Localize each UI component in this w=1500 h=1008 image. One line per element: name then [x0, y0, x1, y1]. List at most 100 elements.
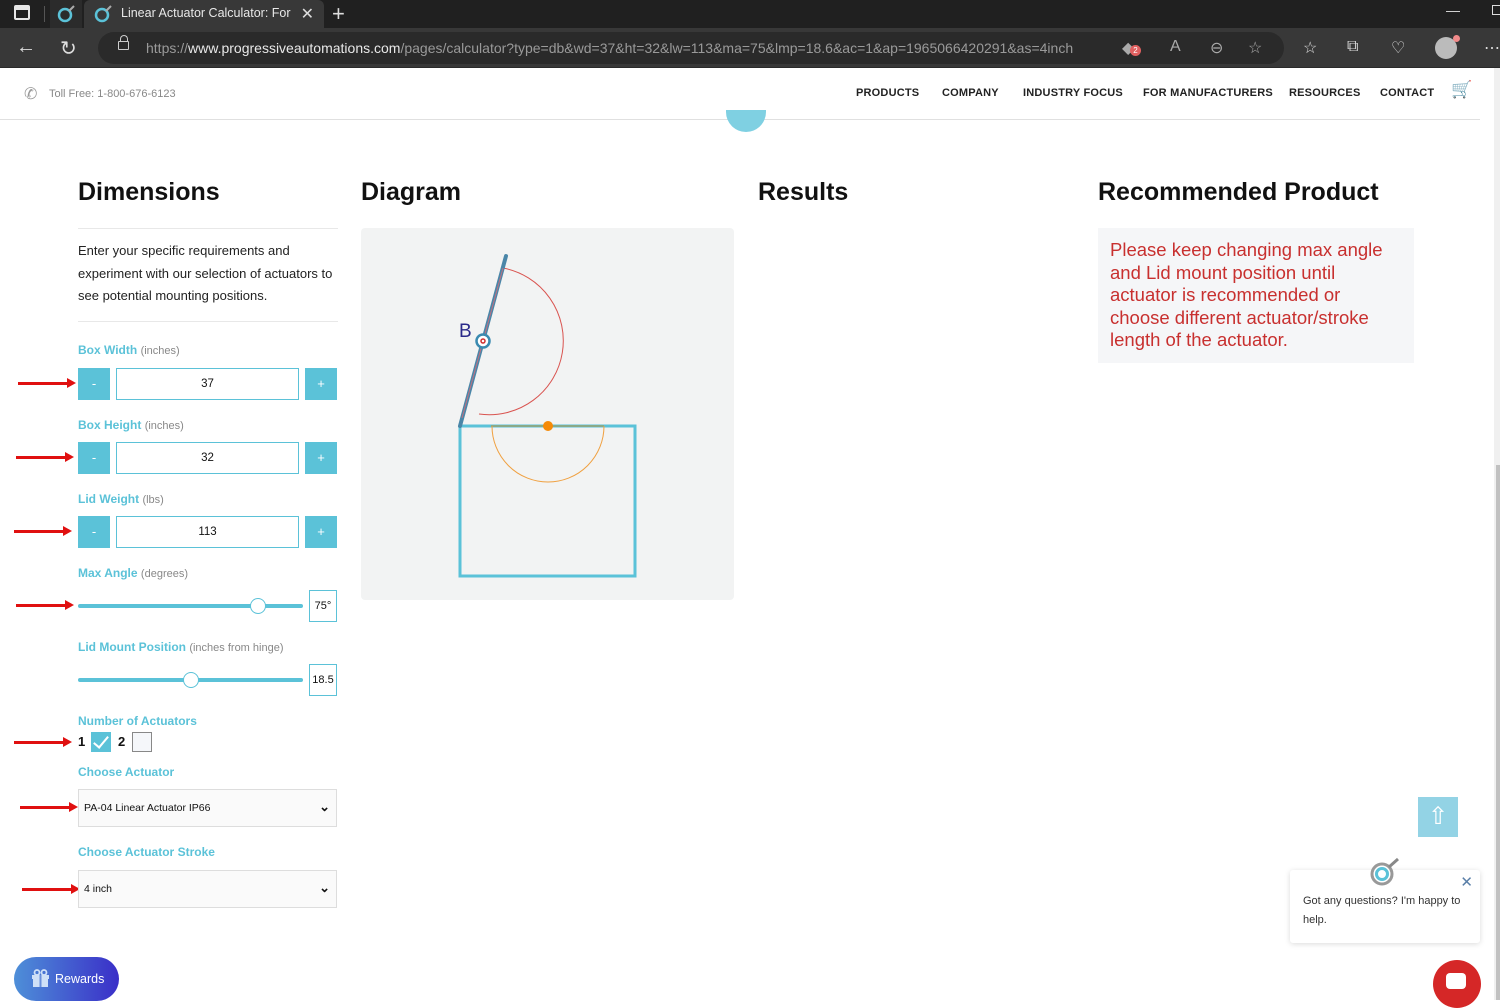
diagram-panel: B	[361, 228, 734, 600]
max-angle-slider-thumb[interactable]	[250, 598, 266, 614]
cart-icon[interactable]: 🛒	[1451, 80, 1472, 100]
annotation-arrow	[20, 802, 78, 812]
box-height-decrement[interactable]: -	[78, 442, 110, 474]
lid-diagram: B	[458, 254, 637, 578]
url-text[interactable]: https://www.progressiveautomations.com/p…	[146, 40, 1073, 56]
nav-products[interactable]: PRODUCTS	[856, 87, 919, 99]
profile-avatar[interactable]	[1435, 35, 1460, 59]
toll-free-number[interactable]: Toll Free: 1-800-676-6123	[49, 88, 176, 100]
extension-badge: 2	[1130, 45, 1141, 56]
reload-icon[interactable]: ↻	[60, 36, 77, 61]
active-tab[interactable]: Linear Actuator Calculator: Force Calcul…	[84, 0, 324, 28]
actuator-count-2-checkbox[interactable]	[132, 732, 152, 752]
decorative-shape	[726, 110, 766, 132]
max-angle-slider[interactable]	[78, 604, 303, 608]
divider	[78, 228, 338, 229]
browser-toolbar: ← ↻ https://www.progressiveautomations.c…	[0, 28, 1500, 68]
point-b-label: B	[459, 321, 472, 342]
actuator-select-value: PA-04 Linear Actuator IP66	[84, 802, 211, 814]
minimize-icon[interactable]: —	[1446, 2, 1460, 18]
lid-weight-increment[interactable]: +	[305, 516, 337, 548]
favorites-icon[interactable]: ☆	[1303, 38, 1317, 58]
recommended-heading: Recommended Product	[1098, 178, 1379, 206]
box-width-label: Box Width (inches)	[78, 343, 180, 357]
zoom-icon[interactable]: ⊖	[1210, 38, 1223, 58]
nav-resources[interactable]: RESOURCES	[1289, 87, 1360, 99]
new-tab-icon[interactable]: +	[332, 1, 345, 27]
mount-arc	[491, 425, 605, 483]
annotation-arrow	[18, 378, 76, 388]
lock-icon	[118, 35, 129, 50]
phone-icon: ✆	[24, 86, 38, 103]
diagram-heading: Diagram	[361, 178, 462, 206]
tab-separator	[44, 6, 45, 22]
site-logo-icon	[94, 5, 112, 23]
more-menu-icon[interactable]: ⋯	[1484, 38, 1500, 58]
nav-for-manufacturers[interactable]: FOR MANUFACTURERS	[1143, 87, 1273, 99]
mount-point	[543, 421, 553, 431]
chevron-down-icon: ⌄	[319, 799, 330, 814]
favorite-star-icon[interactable]: ☆	[1248, 38, 1262, 58]
choose-stroke-label: Choose Actuator Stroke	[78, 845, 215, 859]
gift-icon	[32, 969, 49, 987]
chat-launcher-button[interactable]	[1433, 960, 1481, 1008]
chevron-down-icon: ⌄	[319, 880, 330, 895]
box-height-label: Box Height (inches)	[78, 418, 184, 432]
box-height-increment[interactable]: +	[305, 442, 337, 474]
tab-close-icon[interactable]: ✕	[301, 4, 314, 24]
intro-text: Enter your specific requirements and exp…	[78, 243, 333, 303]
box-height-input[interactable]: 32	[116, 442, 299, 474]
annotation-arrow	[14, 526, 72, 536]
chat-close-icon[interactable]: ✕	[1460, 873, 1473, 891]
recommendation-message: Please keep changing max angle and Lid m…	[1110, 239, 1383, 350]
pinned-tab[interactable]	[50, 0, 82, 28]
chat-message: Got any questions? I'm happy to help.	[1303, 895, 1461, 926]
lid-mount-slider-thumb[interactable]	[182, 672, 199, 688]
lid-arc	[478, 267, 564, 416]
num-actuators-label: Number of Actuators	[78, 714, 197, 728]
actuator-count-1-label: 1	[78, 734, 86, 749]
scrollbar-thumb[interactable]	[1496, 465, 1500, 1000]
lid-mount-value: 18.5	[309, 664, 337, 696]
browser-health-icon[interactable]: ♡	[1391, 38, 1405, 58]
back-icon[interactable]: ←	[16, 36, 36, 59]
site-logo-icon	[57, 5, 75, 23]
chat-logo-icon	[1370, 857, 1399, 886]
browser-tab-bar: Linear Actuator Calculator: Force Calcul…	[0, 0, 1500, 28]
annotation-arrow	[22, 884, 80, 894]
annotation-arrow	[16, 600, 74, 610]
rewards-button[interactable]: Rewards	[14, 957, 119, 1001]
box-outline	[458, 424, 637, 578]
read-aloud-icon[interactable]: A	[1170, 38, 1181, 56]
results-heading: Results	[758, 178, 849, 206]
actuator-count-1-checkbox[interactable]	[91, 732, 111, 752]
max-angle-value: 75°	[309, 590, 337, 622]
lid-weight-label: Lid Weight (lbs)	[78, 492, 164, 506]
divider	[78, 321, 338, 322]
max-angle-label: Max Angle (degrees)	[78, 566, 188, 580]
address-bar[interactable]: https://www.progressiveautomations.com/p…	[98, 32, 1284, 64]
box-width-input[interactable]: 37	[116, 368, 299, 400]
nav-industry-focus[interactable]: INDUSTRY FOCUS	[1023, 87, 1123, 99]
maximize-icon[interactable]	[1492, 5, 1500, 15]
lid-weight-input[interactable]: 113	[116, 516, 299, 548]
lid-weight-decrement[interactable]: -	[78, 516, 110, 548]
scroll-to-top-button[interactable]: ⇧	[1418, 797, 1458, 837]
nav-company[interactable]: COMPANY	[942, 87, 999, 99]
tab-actions-icon[interactable]	[14, 5, 30, 20]
nav-contact[interactable]: CONTACT	[1380, 87, 1434, 99]
pivot-b-point	[475, 333, 491, 349]
actuator-count-2-label: 2	[118, 734, 126, 749]
collections-icon[interactable]: ⧉	[1347, 38, 1358, 56]
recommendation-panel: Please keep changing max angle and Lid m…	[1098, 228, 1414, 363]
actuator-select[interactable]: PA-04 Linear Actuator IP66 ⌄	[78, 789, 337, 827]
annotation-arrow	[16, 452, 74, 462]
tab-title: Linear Actuator Calculator: Force Calcul…	[121, 6, 291, 20]
box-width-decrement[interactable]: -	[78, 368, 110, 400]
annotation-arrow	[14, 737, 72, 747]
box-width-increment[interactable]: +	[305, 368, 337, 400]
dimensions-heading: Dimensions	[78, 178, 220, 206]
lid-mount-label: Lid Mount Position (inches from hinge)	[78, 640, 284, 654]
stroke-select[interactable]: 4 inch ⌄	[78, 870, 337, 908]
choose-actuator-label: Choose Actuator	[78, 765, 175, 779]
